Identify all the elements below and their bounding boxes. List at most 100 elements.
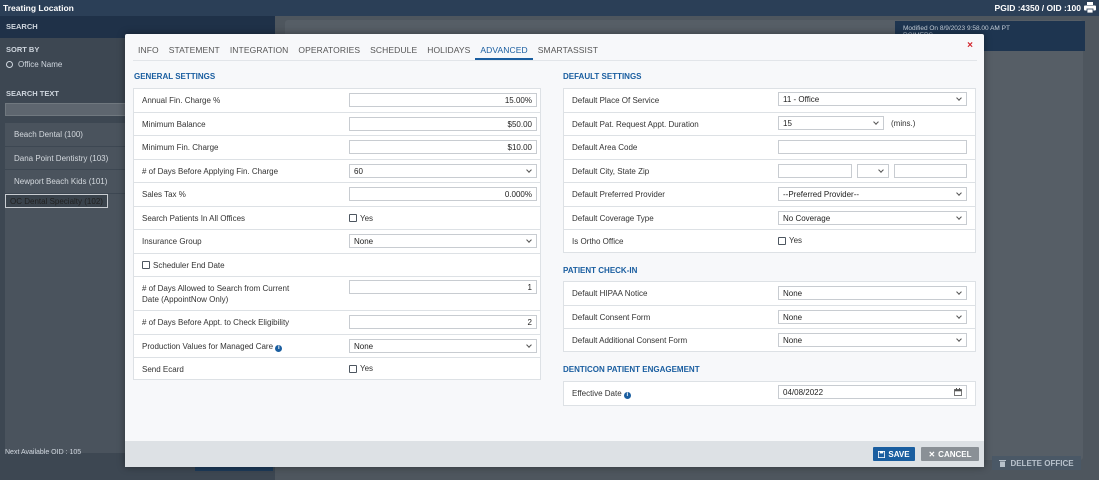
place-of-service-value: 11 - Office <box>783 95 820 104</box>
row-sales-tax: Sales Tax % 0.000% <box>134 183 540 207</box>
additional-consent-value: None <box>783 336 803 345</box>
search-text-label: SEARCH TEXT <box>6 89 59 98</box>
preferred-provider-select[interactable]: --Preferred Provider-- <box>778 187 967 201</box>
chevron-down-icon <box>956 336 962 342</box>
hipaa-label: Default HIPAA Notice <box>572 289 648 298</box>
printer-icon[interactable] <box>1084 2 1096 13</box>
production-values-select[interactable]: None <box>349 338 537 353</box>
calendar-icon[interactable] <box>954 388 962 396</box>
minimum-balance-input[interactable]: $50.00 <box>349 116 537 131</box>
row-scheduler-end-date: Scheduler End Date <box>134 254 540 277</box>
tab-divider <box>133 60 977 61</box>
days-allowed-search-input[interactable]: 1 <box>349 280 537 294</box>
chevron-down-icon <box>956 190 962 196</box>
insurance-group-label: Insurance Group <box>142 237 202 246</box>
page-title: Treating Location <box>3 3 74 13</box>
scheduler-end-date-checkbox[interactable]: Scheduler End Date <box>142 261 225 270</box>
production-values-label: Production Values for Managed Care i <box>142 341 283 352</box>
days-allowed-search-label: # of Days Allowed to Search from Current… <box>142 283 289 305</box>
cancel-button[interactable]: ✕ CANCEL <box>921 447 979 461</box>
request-duration-label: Default Pat. Request Appt. Duration <box>572 119 699 129</box>
production-values-value: None <box>354 341 374 351</box>
place-of-service-select[interactable]: 11 - Office <box>778 92 967 106</box>
patient-check-in-title: PATIENT CHECK-IN <box>563 266 638 275</box>
chevron-down-icon <box>956 213 962 220</box>
preferred-provider-value: --Preferred Provider-- <box>783 190 860 199</box>
coverage-type-value: No Coverage <box>783 213 831 223</box>
area-code-input[interactable] <box>778 140 967 154</box>
row-additional-consent: Default Additional Consent Form None <box>564 329 975 351</box>
chevron-down-icon <box>526 166 532 173</box>
production-values-label-text: Production Values for Managed Care <box>142 341 274 351</box>
insurance-group-value: None <box>354 237 374 246</box>
tab-advanced[interactable]: ADVANCED <box>475 43 533 60</box>
general-settings-grid: Annual Fin. Charge % 15.00% Minimum Bala… <box>133 88 541 380</box>
effective-date-input[interactable]: 04/08/2022 <box>778 385 967 399</box>
row-minimum-fin-charge: Minimum Fin. Charge $10.00 <box>134 136 540 160</box>
minimum-fin-charge-input[interactable]: $10.00 <box>349 140 537 154</box>
chevron-down-icon <box>956 95 962 101</box>
search-all-offices-label: Search Patients In All Offices <box>142 213 246 223</box>
request-duration-select[interactable]: 15 <box>778 115 884 130</box>
consent-select[interactable]: None <box>778 309 967 324</box>
row-days-allowed-search: # of Days Allowed to Search from Current… <box>134 277 540 311</box>
search-all-offices-option: Yes <box>360 213 374 223</box>
coverage-type-select[interactable]: No Coverage <box>778 210 967 225</box>
row-request-duration: Default Pat. Request Appt. Duration 15 (… <box>564 113 975 136</box>
info-icon[interactable]: i <box>623 392 631 399</box>
tab-operatories[interactable]: OPERATORIES <box>293 43 365 60</box>
tab-info[interactable]: INFO <box>133 43 164 60</box>
days-before-fin-charge-select[interactable]: 60 <box>349 163 537 178</box>
sort-option-label: Office Name <box>18 60 63 69</box>
zip-input[interactable] <box>894 163 967 178</box>
list-item[interactable]: OC Dental Specialty (102) <box>5 193 108 208</box>
search-all-offices-checkbox[interactable]: Yes <box>349 214 373 223</box>
city-state-zip-label: Default City, State Zip <box>572 166 650 176</box>
save-button[interactable]: SAVE <box>873 447 915 461</box>
patient-engagement-grid: Effective Date i 04/08/2022 <box>563 381 976 406</box>
row-area-code: Default Area Code <box>564 136 975 160</box>
minimum-balance-label: Minimum Balance <box>142 119 206 129</box>
sort-option-office-name[interactable]: Office Name <box>6 60 62 69</box>
tab-schedule[interactable]: SCHEDULE <box>365 43 422 60</box>
tab-integration[interactable]: INTEGRATION <box>225 43 294 60</box>
ortho-office-label: Is Ortho Office <box>572 237 624 246</box>
send-ecard-checkbox[interactable]: Yes <box>349 364 373 373</box>
chevron-down-icon <box>956 289 962 295</box>
sales-tax-input[interactable]: 0.000% <box>349 187 537 201</box>
city-input[interactable] <box>778 163 852 178</box>
days-eligibility-input[interactable]: 2 <box>349 315 537 329</box>
area-code-label: Default Area Code <box>572 143 638 152</box>
request-duration-unit: (mins.) <box>891 118 916 128</box>
close-icon: ✕ <box>928 449 936 459</box>
annual-fin-charge-input[interactable]: 15.00% <box>349 93 537 107</box>
pgid-oid-label: PGID :4350 / OID :100 <box>994 3 1081 13</box>
state-select[interactable] <box>857 163 889 178</box>
info-icon[interactable]: i <box>275 344 283 352</box>
hipaa-select[interactable]: None <box>778 286 967 300</box>
checkbox-icon <box>349 364 357 373</box>
tab-smartassist[interactable]: SMARTASSIST <box>533 43 603 60</box>
sort-by-label: SORT BY <box>6 45 40 54</box>
row-coverage-type: Default Coverage Type No Coverage <box>564 207 975 230</box>
radio-icon <box>6 61 13 68</box>
row-annual-fin-charge: Annual Fin. Charge % 15.00% <box>134 89 540 113</box>
effective-date-label-text: Effective Date <box>572 389 622 398</box>
checkbox-icon <box>349 214 357 222</box>
delete-office-button[interactable]: DELETE OFFICE <box>992 456 1081 470</box>
tab-holidays[interactable]: HOLIDAYS <box>422 43 475 60</box>
ortho-office-checkbox[interactable]: Yes <box>778 236 802 245</box>
preferred-provider-label: Default Preferred Provider <box>572 190 665 199</box>
tab-statement[interactable]: STATEMENT <box>164 43 225 60</box>
coverage-type-label: Default Coverage Type <box>572 213 654 223</box>
close-icon[interactable]: × <box>967 40 973 51</box>
additional-consent-select[interactable]: None <box>778 333 967 347</box>
default-settings-grid: Default Place Of Service 11 - Office Def… <box>563 88 976 253</box>
row-production-values: Production Values for Managed Care i Non… <box>134 335 540 358</box>
days-allowed-search-label-line1: # of Days Allowed to Search from Current <box>142 284 290 293</box>
effective-date-label: Effective Date i <box>572 388 631 399</box>
row-city-state-zip: Default City, State Zip <box>564 160 975 183</box>
chevron-down-icon <box>526 341 532 348</box>
checkbox-icon <box>778 236 786 245</box>
insurance-group-select[interactable]: None <box>349 234 537 248</box>
